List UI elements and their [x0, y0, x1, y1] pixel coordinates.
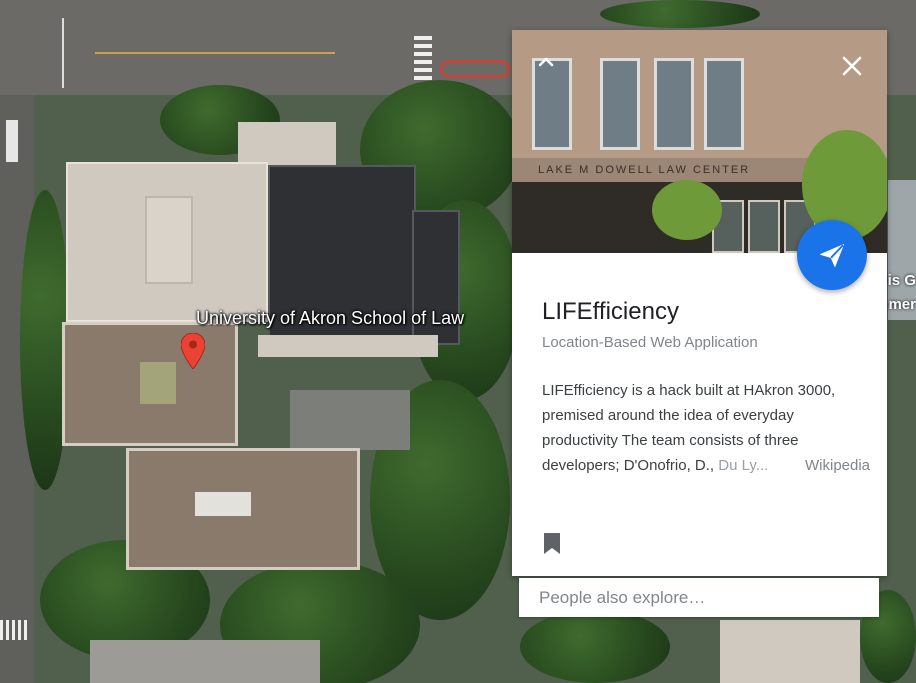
road-marking — [62, 18, 64, 88]
people-also-explore[interactable]: People also explore… — [519, 578, 879, 617]
map-edge-label: mer — [888, 296, 916, 313]
wikipedia-link[interactable]: Wikipedia — [787, 453, 871, 478]
card-title: LIFEfficiency — [542, 298, 679, 325]
photo-window — [704, 58, 744, 150]
bookmark-icon[interactable] — [543, 532, 561, 555]
building — [720, 620, 860, 683]
photo-tree — [652, 180, 722, 240]
card-subtitle: Location-Based Web Application — [542, 334, 758, 351]
close-icon[interactable] — [838, 52, 866, 80]
place-label[interactable]: University of Akron School of Law — [196, 308, 464, 329]
tree — [600, 0, 760, 28]
vehicle — [6, 120, 18, 162]
curb-marking — [440, 60, 510, 78]
map-edge-label: is G — [887, 272, 916, 289]
card-description: LIFEfficiency is a hack built at HAkron … — [542, 382, 836, 449]
crosswalk — [0, 620, 30, 640]
parking-lot — [290, 390, 410, 450]
sidewalk — [90, 640, 320, 683]
knowledge-card: LAKE M DOWELL LAW CENTER LIFEfficiency L… — [512, 30, 887, 576]
roof-structure — [145, 196, 193, 284]
send-icon — [819, 244, 845, 268]
road-marking — [95, 52, 335, 54]
description-fade: Du Ly... — [718, 457, 769, 474]
building — [258, 335, 438, 357]
photo-glass — [748, 200, 780, 253]
photo-window — [600, 58, 640, 150]
crosswalk — [414, 35, 432, 80]
roof-structure — [195, 492, 251, 516]
share-button[interactable] — [797, 220, 867, 290]
map-pin-icon[interactable] — [181, 333, 205, 369]
chevron-up-icon[interactable] — [534, 50, 558, 74]
tree — [520, 610, 670, 683]
description-text: developers; D'Onofrio, D., — [542, 457, 719, 474]
photo-window — [654, 58, 694, 150]
roof-structure — [140, 362, 176, 404]
